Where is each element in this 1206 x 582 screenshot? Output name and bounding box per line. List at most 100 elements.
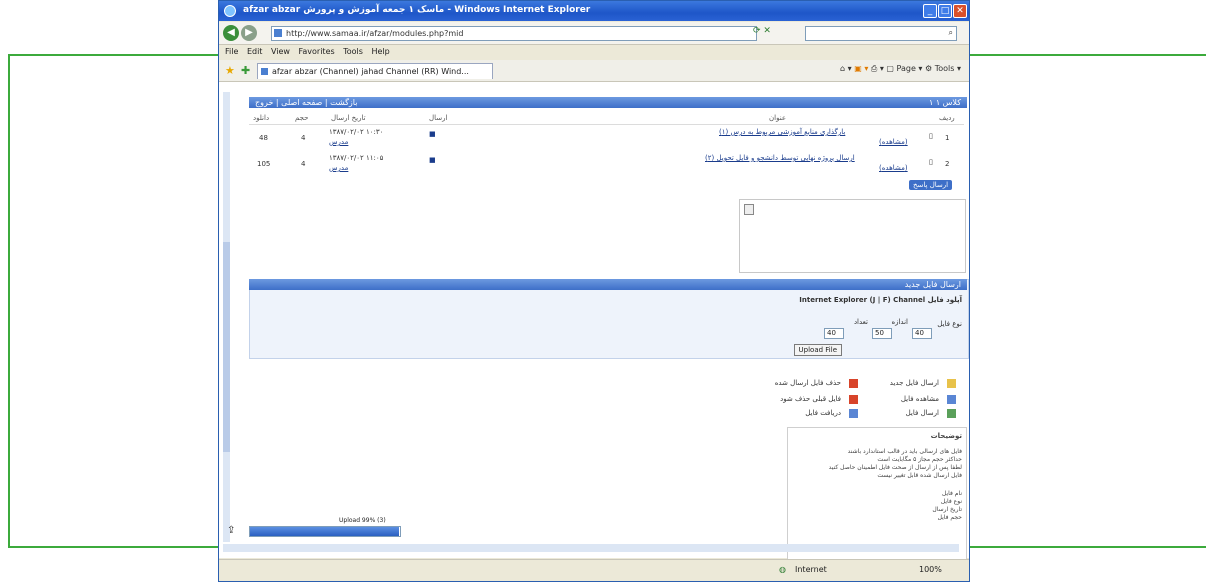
info-line: نوع فایل	[940, 498, 962, 505]
download-icon	[849, 409, 858, 418]
back-button[interactable]: ◀	[223, 25, 239, 41]
top-nav-links[interactable]: بازگشت | صفحه اصلی | خروج	[255, 97, 357, 108]
rss-icon[interactable]: ▣ ▾	[854, 64, 868, 73]
menu-edit[interactable]: Edit	[247, 45, 263, 59]
row-title[interactable]: بارگذاری منابع آموزشی مربوط به درس (۱)	[719, 128, 845, 136]
row-sender[interactable]: مدرس	[329, 164, 348, 172]
title-bar: afzar abzar ماسک ۱ جمعه آموزش و پرورش - …	[219, 1, 969, 21]
search-input[interactable]: ⌕	[805, 26, 957, 41]
page-menu[interactable]: ▢ Page ▾	[886, 64, 922, 73]
col-date: تاریخ ارسال	[331, 114, 366, 122]
info-line: نام فایل	[941, 490, 962, 497]
row-bullet-icon: ■	[429, 156, 436, 164]
attach-label-1[interactable]: ارسال فایل جدید	[890, 379, 939, 387]
value-field-2[interactable]: 50	[872, 328, 892, 339]
address-field[interactable]: http://www.samaa.ir/afzar/modules.php?mi…	[271, 26, 757, 41]
send-reply-button[interactable]: ارسال پاسخ	[909, 180, 953, 190]
status-zoom[interactable]: 100%	[919, 565, 942, 574]
value-field-3[interactable]: 40	[824, 328, 844, 339]
label-count: تعداد	[853, 318, 868, 326]
row-sub[interactable]: (مشاهده)	[879, 138, 908, 146]
col-sender: ارسال	[429, 114, 448, 122]
frame-line-bottom-left	[8, 546, 218, 548]
command-bar: ⌂ ▾ ▣ ▾ ⎙ ▾ ▢ Page ▾ ⚙ Tools ▾	[840, 64, 961, 74]
print-icon[interactable]: ⎙ ▾	[871, 64, 884, 73]
row-bullet-icon: ■	[429, 130, 436, 138]
scroll-thumb[interactable]	[223, 242, 230, 452]
view-icon	[947, 395, 956, 404]
upload-form-bar-label: ارسال فایل جدید	[904, 280, 961, 289]
tab-page-icon	[261, 68, 268, 75]
row-sub[interactable]: (مشاهده)	[879, 164, 908, 172]
row-title[interactable]: ارسال پروژه نهایی توسط دانشجو و فایل تحو…	[705, 154, 855, 162]
broken-image-icon	[744, 204, 754, 215]
vertical-scrollbar[interactable]	[223, 92, 230, 542]
label-type: نوع فایل	[937, 320, 962, 328]
refresh-icon[interactable]: ⟳ ✕	[753, 26, 771, 36]
info-line: تاریخ ارسال	[932, 506, 962, 513]
info-line: لطفا پس از ارسال از صحت فایل اطمینان حاص…	[828, 464, 962, 471]
upload-file-button[interactable]: Upload File	[793, 344, 842, 356]
row-date: ۱۳۸۷/۰۲/۰۲ ۱۱:۰۵	[329, 154, 384, 162]
row-date: ۱۳۸۷/۰۲/۰۲ ۱۰:۳۰	[329, 128, 384, 136]
frame-line-top-left	[8, 54, 218, 56]
attach-note-3[interactable]: دریافت فایل	[805, 409, 841, 417]
row-file-icon: ▯	[929, 132, 933, 140]
menu-tools[interactable]: Tools	[343, 45, 363, 59]
info-line: حجم فایل	[937, 514, 962, 521]
upload-form-bar: ارسال فایل جدید	[249, 279, 967, 290]
top-nav-bar: بازگشت | صفحه اصلی | خروج کلاس ۱ ۱	[249, 97, 967, 108]
value-field-1[interactable]: 40	[912, 328, 932, 339]
add-favorite-icon[interactable]: ✚	[241, 64, 250, 77]
col-num: ردیف	[939, 114, 955, 122]
menu-help[interactable]: Help	[371, 45, 389, 59]
search-icon[interactable]: ⌕	[949, 28, 953, 38]
close-button[interactable]: ✕	[953, 4, 967, 18]
image-placeholder-box	[739, 199, 966, 273]
browser-window: afzar abzar ماسک ۱ جمعه آموزش و پرورش - …	[218, 0, 970, 582]
file-icon	[947, 379, 956, 388]
attach-note-1[interactable]: حذف فایل ارسال شده	[775, 379, 841, 387]
upload-panel: Internet Explorer (J | F) Channel آپلود …	[249, 279, 969, 359]
menu-file[interactable]: File	[225, 45, 238, 59]
progress-label: Upload 99% (3)	[339, 517, 386, 524]
page-icon	[274, 29, 282, 37]
col-dl: دانلود	[253, 114, 270, 122]
send-icon	[947, 409, 956, 418]
favorites-row: ★ ✚ afzar abzar (Channel) jahad Channel …	[219, 60, 969, 82]
top-nav-right: کلاس ۱ ۱	[928, 98, 961, 107]
col-size: حجم	[295, 114, 309, 122]
favorites-star-icon[interactable]: ★	[225, 64, 235, 77]
address-url: http://www.samaa.ir/afzar/modules.php?mi…	[286, 29, 464, 38]
info-title: توضیحات	[930, 432, 962, 440]
table-row: 105 4 ۱۳۸۷/۰۲/۰۲ ۱۱:۰۵ مدرس ■ ارسال پروژ…	[249, 154, 964, 178]
label-size: اندازه	[891, 318, 908, 326]
tools-menu-label: Tools	[934, 64, 955, 73]
home-icon[interactable]: ⌂ ▾	[840, 64, 852, 73]
window-title: afzar abzar ماسک ۱ جمعه آموزش و پرورش - …	[243, 5, 591, 15]
row-dl: 105	[257, 160, 271, 168]
address-row: ◀ ▶ http://www.samaa.ir/afzar/modules.ph…	[219, 22, 969, 45]
minimize-button[interactable]: _	[923, 4, 937, 18]
browser-tab[interactable]: afzar abzar (Channel) jahad Channel (RR)…	[257, 63, 493, 79]
row-sender[interactable]: مدرس	[329, 138, 348, 146]
attach-label-2[interactable]: مشاهده فایل	[901, 395, 939, 403]
tools-menu[interactable]: ⚙ Tools ▾	[925, 64, 961, 73]
forward-button[interactable]: ▶	[241, 25, 257, 41]
attach-label-3[interactable]: ارسال فایل	[906, 409, 939, 417]
horizontal-scrollbar[interactable]	[223, 544, 959, 552]
page-menu-label: Page	[896, 64, 916, 73]
row-num: 2	[945, 160, 950, 168]
menu-view[interactable]: View	[271, 45, 290, 59]
menu-favorites[interactable]: Favorites	[299, 45, 335, 59]
upload-progress-bar	[249, 526, 401, 537]
ie-icon	[224, 5, 236, 17]
row-size: 4	[301, 160, 306, 168]
attach-note-2[interactable]: فایل قبلی حذف شود	[780, 395, 841, 403]
menu-bar: File Edit View Favorites Tools Help	[219, 45, 969, 59]
frame-line-left	[8, 54, 10, 548]
maximize-button[interactable]: □	[938, 4, 952, 18]
tab-title: afzar abzar (Channel) jahad Channel (RR)…	[272, 67, 469, 76]
row-file-icon: ▯	[929, 158, 933, 166]
frame-line-top-right	[970, 54, 1206, 56]
